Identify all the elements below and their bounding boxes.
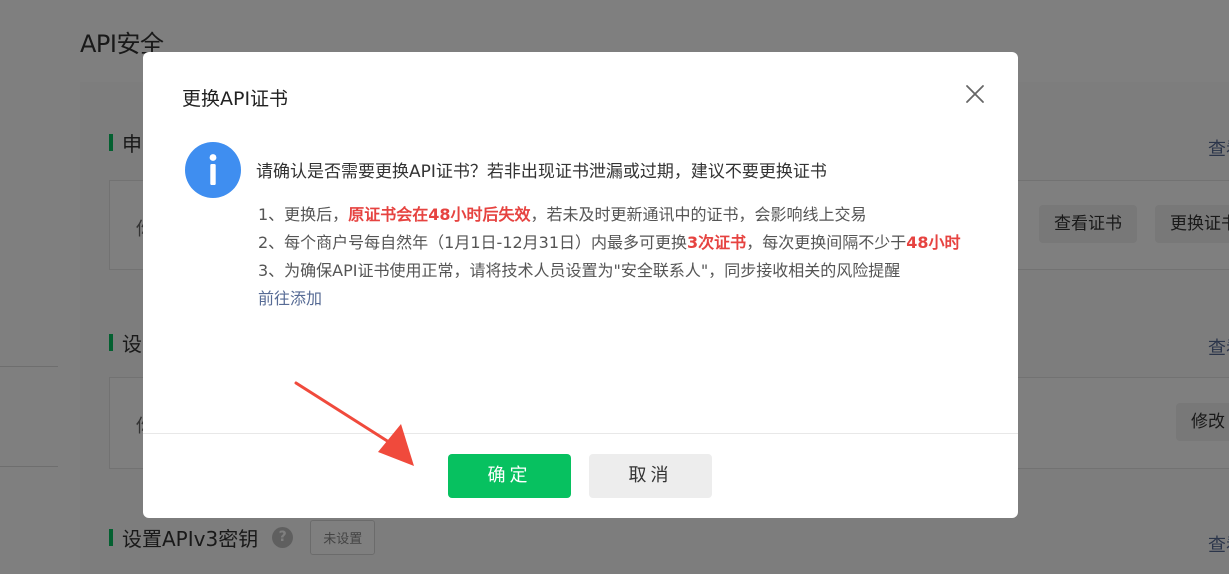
footer-divider xyxy=(143,433,1018,434)
close-icon[interactable] xyxy=(963,82,987,106)
add-contact-link[interactable]: 前往添加 xyxy=(258,289,322,308)
dialog-headline: 请确认是否需要更换API证书？若非出现证书泄漏或过期，建议不要更换证书 xyxy=(256,162,827,182)
cancel-button[interactable]: 取消 xyxy=(589,454,712,498)
info-icon xyxy=(185,142,241,198)
notice-line-2: 2、每个商户号每自然年（1月1日-12月31日）内最多可更换3次证书，每次更换间… xyxy=(258,233,961,252)
notice-line-3: 3、为确保API证书使用正常，请将技术人员设置为"安全联系人"，同步接收相关的风… xyxy=(258,261,901,280)
dialog-title: 更换API证书 xyxy=(182,88,289,110)
confirm-button[interactable]: 确定 xyxy=(448,454,571,498)
replace-certificate-dialog: 更换API证书 请确认是否需要更换API证书？若非出现证书泄漏或过期，建议不要更… xyxy=(143,52,1018,518)
highlight-text: 48小时 xyxy=(906,233,961,252)
highlight-text: 原证书会在48小时后失效 xyxy=(348,205,531,224)
notice-line-1: 1、更换后，原证书会在48小时后失效，若未及时更新通讯中的证书，会影响线上交易 xyxy=(258,205,867,224)
dialog-body: 1、更换后，原证书会在48小时后失效，若未及时更新通讯中的证书，会影响线上交易 … xyxy=(258,201,988,313)
highlight-text: 3次证书 xyxy=(687,233,747,252)
